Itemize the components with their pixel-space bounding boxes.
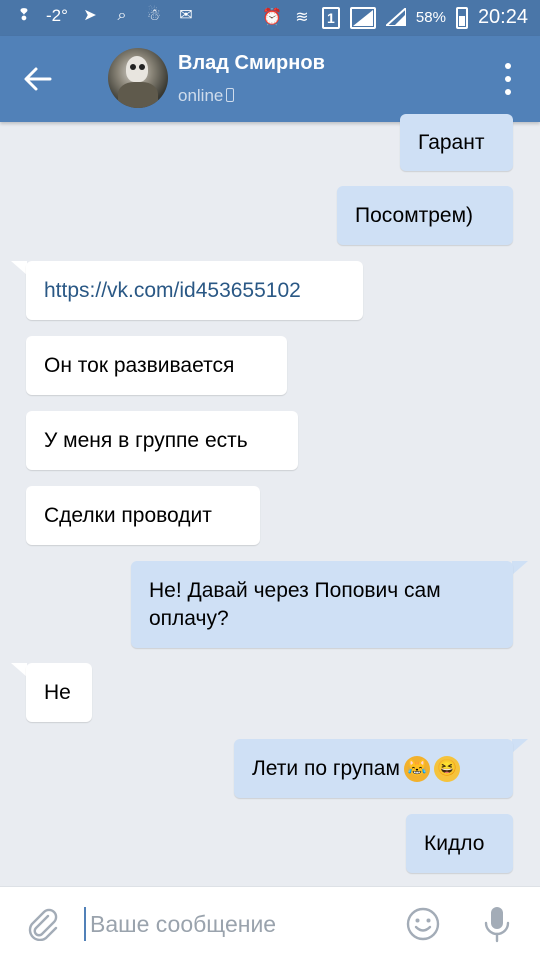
- mail-icon: ✉: [179, 7, 193, 24]
- battery-icon: [455, 6, 468, 29]
- status-text: online: [178, 86, 224, 105]
- message-text: Кидло: [424, 831, 485, 855]
- message-bubble-incoming[interactable]: Сделки проводит: [26, 486, 260, 545]
- chat-header: Влад Смирнов online: [0, 36, 540, 122]
- telegram-icon: ➤: [83, 7, 97, 24]
- app-icon: ☃: [146, 7, 162, 24]
- wifi-icon: ≋: [295, 8, 309, 26]
- message-bubble-outgoing[interactable]: Гарант: [400, 114, 513, 171]
- message-bubble-incoming[interactable]: Он ток развивается: [26, 336, 287, 395]
- message-input[interactable]: [90, 907, 370, 941]
- message-text: Посомтрем): [355, 203, 474, 227]
- grinning-squinting-emoji: 😆: [433, 755, 460, 782]
- alarm-icon: ⏰: [261, 8, 282, 26]
- back-button[interactable]: [20, 61, 56, 97]
- smiley-icon: [406, 907, 440, 941]
- status-left-icons: ❢ -2° ➤ ⌕ ☃ ✉: [14, 6, 196, 26]
- emoji-button[interactable]: [405, 906, 441, 942]
- message-bubble-incoming[interactable]: У меня в группе есть: [26, 411, 298, 470]
- message-bubble-outgoing[interactable]: Кидло: [406, 814, 513, 873]
- more-vertical-icon: [505, 63, 511, 69]
- contact-status: online: [178, 86, 235, 106]
- microphone-icon: [484, 907, 510, 943]
- message-text: Не! Давай через Попович сам оплачу?: [149, 578, 441, 630]
- sim-indicator: 1: [321, 6, 340, 29]
- message-text: Лети по групам: [252, 756, 400, 780]
- status-right-icons: ⏰ ≋ 1 58% 20:24: [261, 5, 528, 29]
- message-bubble-outgoing[interactable]: Лети по групам 😹 😆: [234, 739, 513, 798]
- message-composer: [0, 886, 540, 960]
- text-cursor: [84, 907, 86, 941]
- battery-percent: 58%: [415, 9, 446, 26]
- temperature-label: -2°: [46, 6, 68, 25]
- message-text: У меня в группе есть: [44, 428, 248, 452]
- message-bubble-outgoing[interactable]: Не! Давай через Попович сам оплачу?: [131, 561, 513, 648]
- paperclip-icon: [28, 908, 58, 942]
- clock: 20:24: [477, 6, 528, 28]
- message-text: Не: [44, 680, 71, 704]
- message-text: Сделки проводит: [44, 503, 212, 527]
- arrow-left-icon: [24, 67, 52, 91]
- message-link[interactable]: https://vk.com/id453655102: [44, 277, 301, 305]
- avatar[interactable]: [108, 48, 168, 108]
- message-text: Гарант: [418, 130, 485, 154]
- signal-2-icon: [383, 5, 407, 28]
- notification-icon: ❢: [17, 7, 31, 24]
- message-text: Он ток развивается: [44, 353, 235, 377]
- contact-name[interactable]: Влад Смирнов: [178, 52, 325, 75]
- message-bubble-outgoing[interactable]: Посомтрем): [337, 186, 513, 245]
- crying-laughing-cat-emoji: 😹: [403, 755, 430, 782]
- search-icon: ⌕: [117, 7, 127, 24]
- signal-icon: [349, 6, 376, 29]
- status-bar: ❢ -2° ➤ ⌕ ☃ ✉ ⏰ ≋ 1 58% 20:24: [0, 0, 540, 36]
- message-bubble-incoming[interactable]: https://vk.com/id453655102: [26, 261, 363, 320]
- attach-button[interactable]: [26, 907, 60, 942]
- message-bubble-incoming[interactable]: Не: [26, 663, 92, 722]
- mobile-icon: [226, 88, 235, 102]
- more-menu-button[interactable]: [500, 63, 516, 95]
- voice-message-button[interactable]: [482, 904, 512, 944]
